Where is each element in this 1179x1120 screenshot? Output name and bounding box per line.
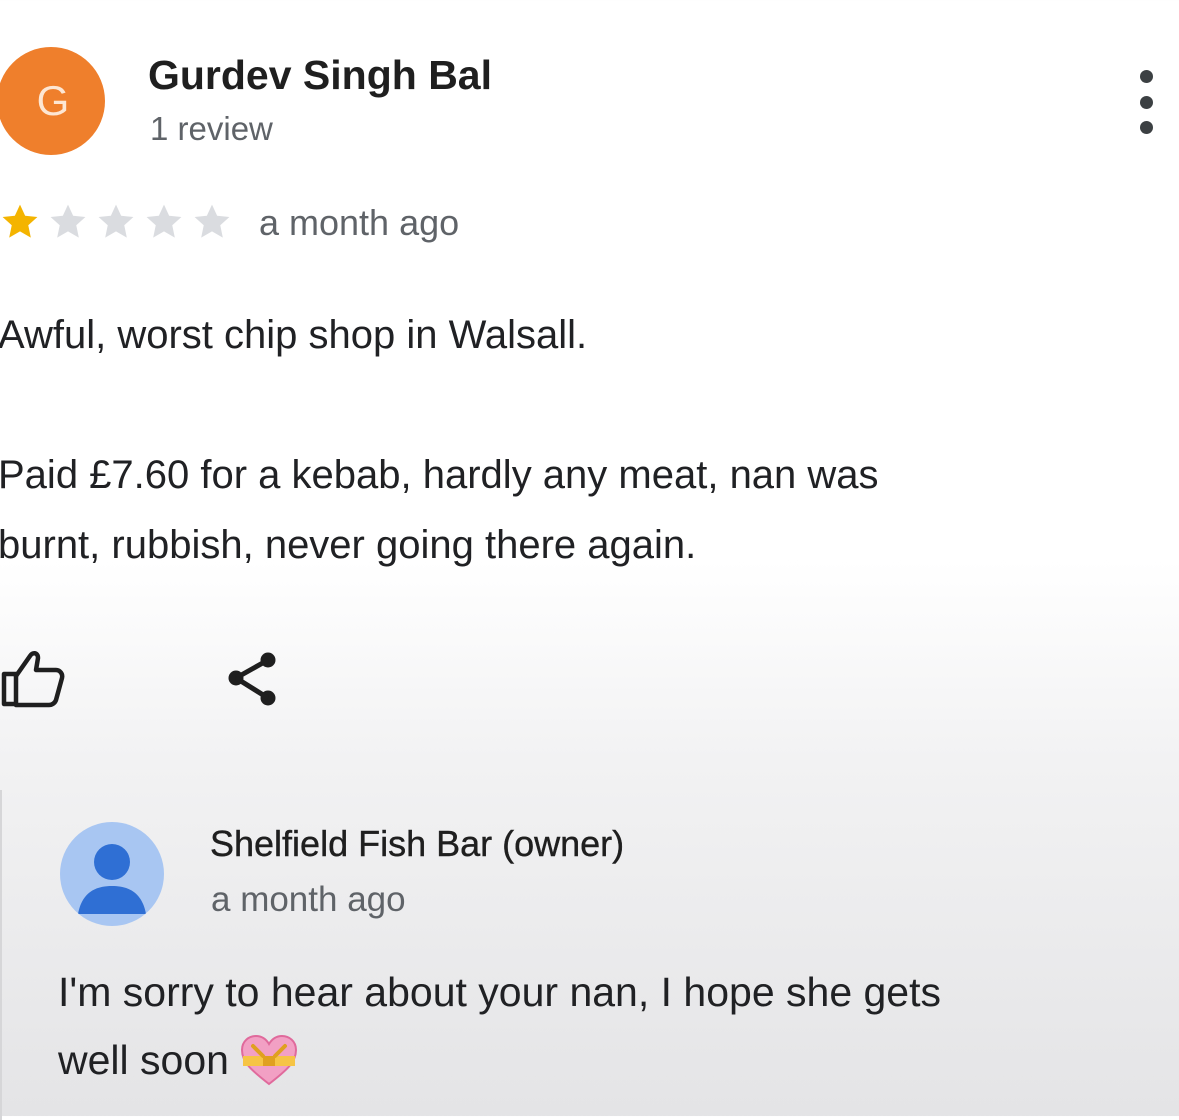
- star-filled-icon: [2, 204, 38, 238]
- person-icon: [78, 844, 146, 914]
- star-empty-icon: [98, 204, 134, 238]
- reply-divider: [0, 790, 2, 1120]
- reply-text-line: well soon: [58, 1037, 229, 1083]
- reviewer-name[interactable]: Gurdev Singh Bal: [148, 52, 492, 99]
- reviewer-review-count: 1 review: [150, 110, 273, 147]
- more-vert-icon-dot: [1139, 121, 1153, 134]
- more-vert-icon: [1139, 70, 1153, 83]
- star-empty-icon: [146, 204, 182, 238]
- review-text-line: Paid £7.60 for a kebab, hardly any meat,…: [0, 453, 879, 497]
- reviewer-avatar[interactable]: G: [0, 47, 105, 155]
- review-text-line: Awful, worst chip shop in Walsall.: [0, 313, 588, 357]
- owner-avatar[interactable]: [60, 822, 164, 926]
- owner-reply-text: I'm sorry to hear about your nan, I hope…: [58, 958, 1168, 1094]
- star-rating: [0, 200, 236, 244]
- share-button[interactable]: [222, 646, 286, 710]
- more-vert-icon-dot: [1139, 95, 1153, 109]
- thumbs-up-icon: [1, 651, 65, 708]
- owner-reply-date: a month ago: [211, 880, 406, 919]
- like-button[interactable]: [0, 644, 70, 708]
- star-empty-icon: [50, 204, 86, 238]
- more-options-button[interactable]: [1126, 70, 1166, 134]
- reply-text-line: I'm sorry to hear about your nan, I hope…: [58, 969, 942, 1015]
- share-icon: [228, 652, 276, 706]
- review-text: Awful, worst chip shop in Walsall. Paid …: [0, 300, 1158, 580]
- owner-name[interactable]: Shelfield Fish Bar (owner): [210, 823, 625, 865]
- reply-text-line-wrapper: well soon: [58, 1026, 1168, 1094]
- review-text-line: burnt, rubbish, never going there again.: [0, 523, 697, 567]
- avatar-letter: G: [36, 77, 70, 124]
- review-date: a month ago: [259, 202, 460, 243]
- star-empty-icon: [194, 204, 230, 238]
- heart-with-ribbon-emoji: [239, 1034, 299, 1086]
